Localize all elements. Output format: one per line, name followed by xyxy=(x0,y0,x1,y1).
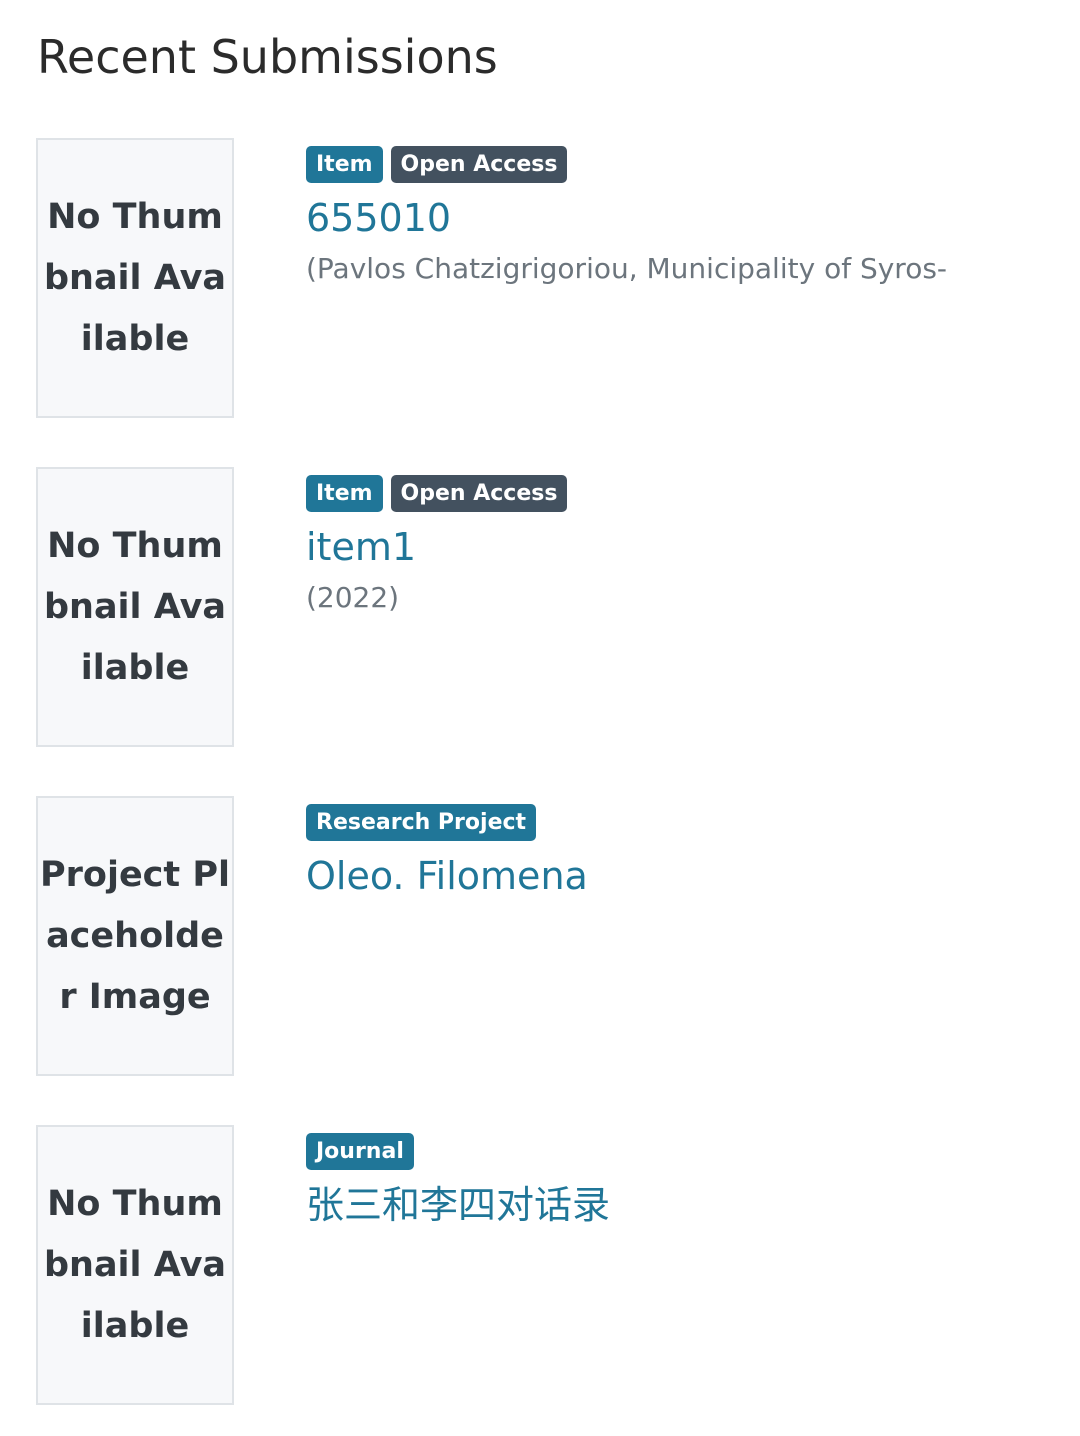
type-badge: Journal xyxy=(306,1133,414,1170)
item-metadata: Research Project Oleo. Filomena xyxy=(306,804,1026,901)
item-metadata: Journal 张三和李四对话录 xyxy=(306,1133,1026,1230)
thumbnail-placeholder[interactable]: No Thumbnail Available xyxy=(36,1125,234,1405)
item-title-link[interactable]: 张三和李四对话录 xyxy=(306,1180,1026,1230)
access-badge: Open Access xyxy=(390,475,568,512)
thumbnail-placeholder-text: Project Placeholder Image xyxy=(39,854,230,1017)
item-title-link[interactable]: 655010 xyxy=(306,193,1026,243)
recent-submissions-page: Recent Submissions No Thumbnail Availabl… xyxy=(0,0,1080,1436)
item-title-link[interactable]: item1 xyxy=(306,522,1026,572)
badge-group: Research Project xyxy=(306,804,1026,841)
thumbnail-placeholder[interactable]: Project Placeholder Image xyxy=(36,796,234,1076)
section-title: Recent Submissions xyxy=(37,30,498,84)
thumbnail-placeholder-text: No Thumbnail Available xyxy=(43,196,227,359)
type-badge: Item xyxy=(306,475,383,512)
item-metadata: Item Open Access item1 (2022) xyxy=(306,475,1026,618)
badge-group: Item Open Access xyxy=(306,146,1026,183)
thumbnail-placeholder-text: No Thumbnail Available xyxy=(43,525,227,688)
badge-group: Journal xyxy=(306,1133,1026,1170)
thumbnail-placeholder[interactable]: No Thumbnail Available xyxy=(36,467,234,747)
item-title-link[interactable]: Oleo. Filomena xyxy=(306,851,1026,901)
item-metadata: Item Open Access 655010 (Pavlos Chatzigr… xyxy=(306,146,1026,289)
list-item: No Thumbnail Available Journal 张三和李四对话录 xyxy=(36,1125,1044,1405)
thumbnail-placeholder-text: No Thumbnail Available xyxy=(43,1183,227,1346)
list-item: No Thumbnail Available Item Open Access … xyxy=(36,467,1044,747)
item-subtitle: (2022) xyxy=(306,581,400,614)
list-item: Project Placeholder Image Research Proje… xyxy=(36,796,1044,1076)
badge-group: Item Open Access xyxy=(306,475,1026,512)
item-subtitle: (Pavlos Chatzigrigoriou, Municipality of… xyxy=(306,252,948,285)
thumbnail-placeholder[interactable]: No Thumbnail Available xyxy=(36,138,234,418)
list-item: No Thumbnail Available Item Open Access … xyxy=(36,138,1044,418)
submission-list: No Thumbnail Available Item Open Access … xyxy=(36,138,1044,1436)
access-badge: Open Access xyxy=(390,146,568,183)
type-badge: Research Project xyxy=(306,804,537,841)
type-badge: Item xyxy=(306,146,383,183)
